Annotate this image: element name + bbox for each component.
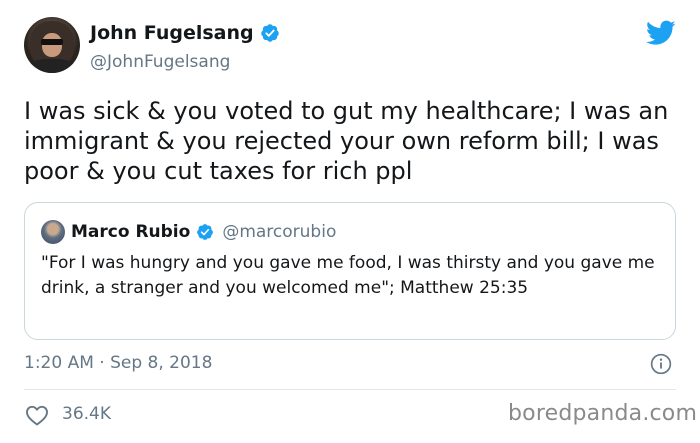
- quoted-tweet-text: "For I was hungry and you gave me food, …: [41, 253, 655, 298]
- info-icon[interactable]: [650, 353, 672, 375]
- quoted-tweet-card[interactable]: Marco Rubio @marcorubio "For I was hungr…: [24, 202, 676, 340]
- author-avatar[interactable]: [24, 17, 80, 73]
- heart-icon[interactable]: [25, 404, 49, 426]
- watermark: boredpanda.com: [508, 401, 698, 426]
- verified-badge-icon: [197, 224, 214, 240]
- twitter-bird-icon[interactable]: [646, 20, 676, 46]
- quoted-author-handle: @marcorubio: [222, 222, 337, 242]
- quoted-author-avatar: [41, 220, 65, 244]
- author-handle[interactable]: @JohnFugelsang: [90, 52, 230, 72]
- quoted-author-name: Marco Rubio: [71, 222, 191, 242]
- verified-badge-icon: [260, 24, 279, 42]
- author-name-row: John Fugelsang: [90, 22, 280, 44]
- tweet-text: I was sick & you voted to gut my healthc…: [24, 97, 669, 185]
- tweet-timestamp[interactable]: 1:20 AM · Sep 8, 2018: [24, 353, 212, 373]
- divider: [24, 389, 676, 390]
- like-count[interactable]: 36.4K: [62, 404, 111, 424]
- quoted-tweet-header: Marco Rubio @marcorubio: [71, 220, 336, 244]
- author-name[interactable]: John Fugelsang: [90, 22, 254, 44]
